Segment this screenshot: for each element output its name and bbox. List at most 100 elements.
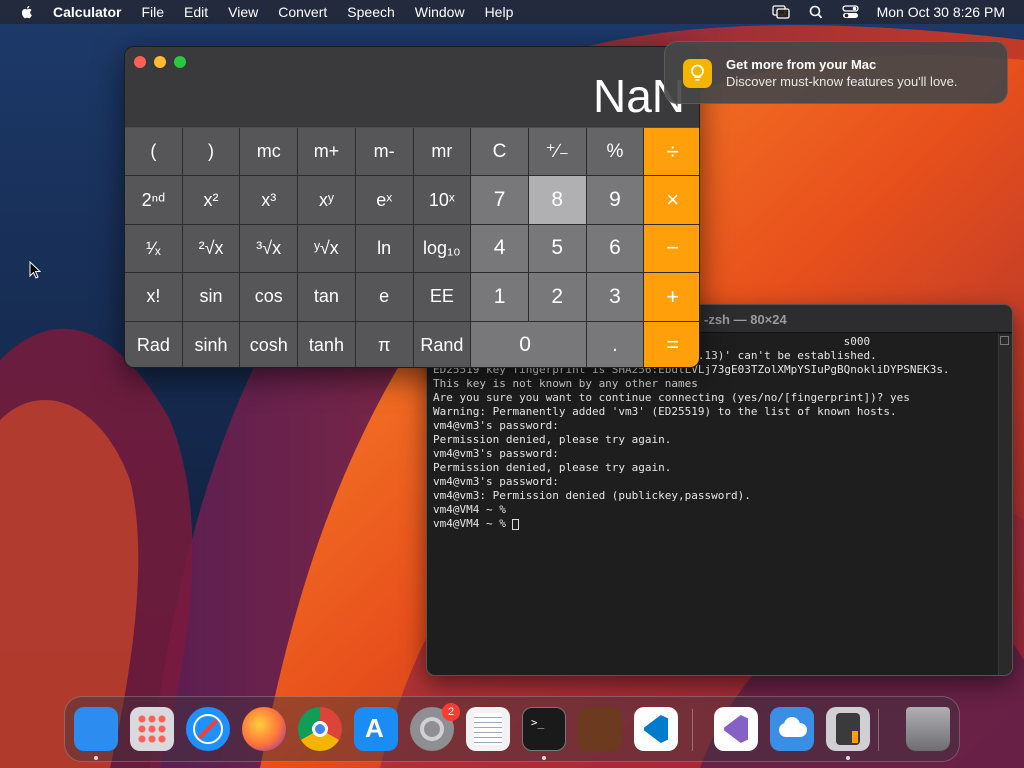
finder-icon[interactable]	[74, 707, 118, 751]
key-2[interactable]: 2	[528, 273, 586, 321]
key-multiply[interactable]: ×	[644, 176, 699, 224]
mouse-pointer-icon	[29, 261, 41, 279]
key-6[interactable]: 6	[586, 224, 644, 273]
key-e[interactable]: e	[355, 273, 413, 321]
menu-file[interactable]: File	[141, 4, 164, 20]
launchpad-icon[interactable]	[130, 707, 174, 751]
terminal-split-button[interactable]	[1000, 336, 1009, 345]
key-second[interactable]: 2ⁿᵈ	[125, 176, 182, 224]
trash-icon[interactable]	[906, 707, 950, 751]
key-cube-root[interactable]: ³√x	[240, 224, 298, 273]
calculator-keypad: ( ) mc m+ m- mr C ⁺∕₋ % ÷ 2ⁿᵈ x² x³ xʸ e…	[125, 128, 699, 367]
key-memory-subtract[interactable]: m-	[355, 128, 413, 176]
key-memory-clear[interactable]: mc	[240, 128, 298, 176]
key-clear[interactable]: C	[471, 128, 528, 176]
key-percent[interactable]: %	[586, 128, 644, 176]
terminal-line: vm4@vm3: Permission denied (publickey,pa…	[433, 489, 751, 502]
terminal-line: This key is not known by any other names	[433, 377, 698, 390]
app-store-icon[interactable]: A	[354, 707, 398, 751]
key-ten-power[interactable]: 10ˣ	[413, 176, 471, 224]
key-factorial[interactable]: x!	[125, 273, 182, 321]
key-log10[interactable]: log₁₀	[413, 224, 471, 273]
menu-bar-clock[interactable]: Mon Oct 30 8:26 PM	[877, 4, 1005, 20]
weather-icon[interactable]	[770, 707, 814, 751]
close-button[interactable]	[134, 56, 146, 68]
key-8[interactable]: 8	[528, 176, 586, 224]
key-tanh[interactable]: tanh	[298, 321, 355, 367]
key-ln[interactable]: ln	[355, 224, 413, 273]
textedit-icon[interactable]	[466, 707, 510, 751]
key-pi[interactable]: π	[355, 321, 413, 367]
running-indicator	[846, 756, 850, 760]
key-7[interactable]: 7	[471, 176, 528, 224]
terminal-cursor	[512, 518, 520, 530]
minimize-button[interactable]	[154, 56, 166, 68]
key-close-paren[interactable]: )	[182, 128, 240, 176]
menu-app-name[interactable]: Calculator	[53, 4, 121, 20]
terminal-title: -zsh — 80×24	[704, 312, 787, 327]
key-sinh[interactable]: sinh	[182, 321, 240, 367]
control-center-icon[interactable]	[841, 5, 860, 19]
key-reciprocal[interactable]: ¹∕ₓ	[125, 224, 182, 273]
terminal-scrollbar[interactable]	[998, 334, 1012, 675]
key-1[interactable]: 1	[471, 273, 528, 321]
terminal-line: vm4@vm3's password:	[433, 419, 559, 432]
key-decimal[interactable]: .	[586, 321, 644, 367]
key-rand[interactable]: Rand	[413, 321, 471, 367]
chrome-icon[interactable]	[298, 707, 342, 751]
key-tan[interactable]: tan	[298, 273, 355, 321]
menu-edit[interactable]: Edit	[184, 4, 208, 20]
key-memory-recall[interactable]: mr	[413, 128, 471, 176]
key-divide[interactable]: ÷	[644, 128, 699, 176]
key-cos[interactable]: cos	[240, 273, 298, 321]
dock: A 2 >_	[64, 696, 960, 762]
terminal-line: vm4@VM4 ~ %	[433, 503, 506, 516]
key-equals[interactable]: =	[644, 321, 699, 367]
menu-help[interactable]: Help	[485, 4, 514, 20]
menu-window[interactable]: Window	[415, 4, 465, 20]
menu-speech[interactable]: Speech	[347, 4, 394, 20]
key-square[interactable]: x²	[182, 176, 240, 224]
menu-view[interactable]: View	[228, 4, 258, 20]
visual-studio-icon[interactable]	[714, 707, 758, 751]
key-0[interactable]: 0	[471, 321, 586, 367]
key-ee[interactable]: EE	[413, 273, 471, 321]
key-subtract[interactable]: −	[644, 224, 699, 273]
firefox-icon[interactable]	[242, 707, 286, 751]
key-open-paren[interactable]: (	[125, 128, 182, 176]
notification-banner[interactable]: Get more from your Mac Discover must-kno…	[664, 41, 1008, 104]
garageband-icon[interactable]	[578, 707, 622, 751]
running-indicator	[542, 756, 546, 760]
key-4[interactable]: 4	[471, 224, 528, 273]
key-sin[interactable]: sin	[182, 273, 240, 321]
key-rad[interactable]: Rad	[125, 321, 182, 367]
vscode-icon[interactable]	[634, 707, 678, 751]
key-add[interactable]: +	[644, 273, 699, 321]
key-power[interactable]: xʸ	[298, 176, 355, 224]
calculator-icon[interactable]	[826, 707, 870, 751]
key-memory-add[interactable]: m+	[298, 128, 355, 176]
key-square-root[interactable]: ²√x	[182, 224, 240, 273]
key-cosh[interactable]: cosh	[240, 321, 298, 367]
apple-icon[interactable]	[19, 4, 35, 20]
key-nth-root[interactable]: ʸ√x	[298, 224, 355, 273]
menu-convert[interactable]: Convert	[278, 4, 327, 20]
screen-mirroring-icon[interactable]	[771, 5, 790, 19]
key-5[interactable]: 5	[528, 224, 586, 273]
terminal-icon[interactable]: >_	[522, 707, 566, 751]
terminal-line: vm4@vm3's password:	[433, 447, 559, 460]
zoom-button[interactable]	[174, 56, 186, 68]
safari-icon[interactable]	[186, 707, 230, 751]
key-exp[interactable]: eˣ	[355, 176, 413, 224]
search-icon[interactable]	[807, 5, 825, 19]
key-plus-minus[interactable]: ⁺∕₋	[528, 128, 586, 176]
key-9[interactable]: 9	[586, 176, 644, 224]
calculator-display-area: NaN	[125, 47, 699, 127]
key-3[interactable]: 3	[586, 273, 644, 321]
calculator-window: NaN ( ) mc m+ m- mr C ⁺∕₋ % ÷ 2ⁿᵈ x² x³ …	[124, 46, 700, 368]
terminal-line: Permission denied, please try again.	[433, 461, 672, 474]
key-cube[interactable]: x³	[240, 176, 298, 224]
terminal-line: vm4@vm3's password:	[433, 475, 559, 488]
notification-title: Get more from your Mac	[726, 57, 877, 72]
terminal-prompt-line: vm4@VM4 ~ %	[433, 517, 993, 531]
